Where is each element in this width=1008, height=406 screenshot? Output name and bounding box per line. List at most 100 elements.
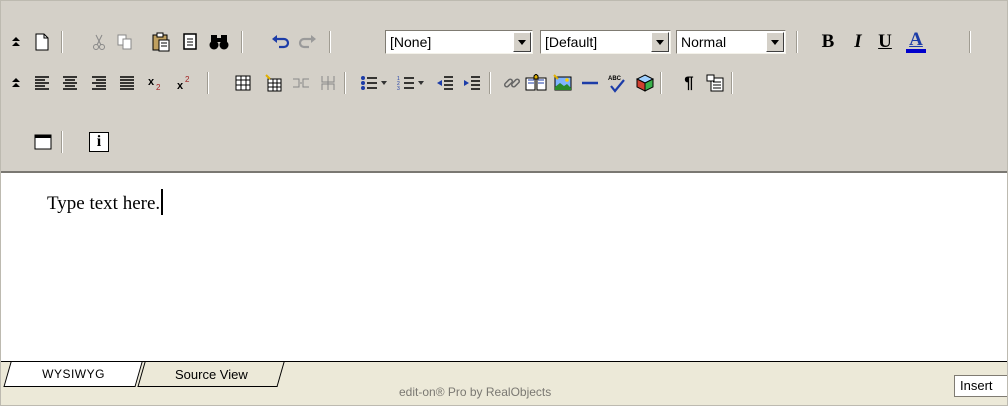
horizontal-rule-button[interactable] xyxy=(578,68,602,98)
row-collapse-grip[interactable] xyxy=(11,27,21,57)
svg-text:3: 3 xyxy=(397,86,400,91)
toolbar: [None] [Default] Normal B I U A x 2 x 2 … xyxy=(1,1,1007,171)
font-color-button[interactable]: A xyxy=(904,27,928,57)
subscript-button[interactable]: x2 xyxy=(144,68,168,98)
bulleted-list-button[interactable] xyxy=(357,68,381,98)
fullscreen-button[interactable] xyxy=(31,127,55,157)
editor-frame: [None] [Default] Normal B I U A x 2 x 2 … xyxy=(0,0,1008,406)
paste-text-button[interactable] xyxy=(178,27,202,57)
chevron-down-icon[interactable] xyxy=(379,68,389,98)
numbered-list-button[interactable]: 123 xyxy=(394,68,418,98)
brand-label: edit-on® Pro by RealObjects xyxy=(399,385,552,399)
document-field-icon xyxy=(706,74,724,92)
tab-label: Source View xyxy=(174,366,248,382)
separator xyxy=(489,72,491,94)
align-right-icon xyxy=(92,76,106,90)
font-name-select[interactable]: [None] xyxy=(385,30,533,54)
bold-button[interactable]: B xyxy=(816,27,840,57)
superscript-button[interactable]: x2 xyxy=(173,68,197,98)
font-name-value: [None] xyxy=(390,34,432,50)
about-button[interactable]: i xyxy=(87,127,111,157)
toolbar-row-1: [None] [Default] Normal B I U A xyxy=(1,27,1007,57)
insert-mode-indicator: Insert xyxy=(954,375,1007,397)
tab-source-view[interactable]: Source View xyxy=(137,362,285,387)
cube-icon xyxy=(636,74,654,92)
spellcheck-button[interactable]: ABC xyxy=(605,68,629,98)
indent-button[interactable] xyxy=(460,68,484,98)
separator xyxy=(61,31,63,53)
tab-label: WYSIWYG xyxy=(41,367,105,381)
show-paragraph-marks-button[interactable]: ¶ xyxy=(677,68,701,98)
chevron-down-icon[interactable] xyxy=(651,32,669,52)
insert-object-button[interactable] xyxy=(633,68,657,98)
editor-text[interactable]: Type text here. xyxy=(47,189,164,215)
text-caret xyxy=(161,189,164,215)
paragraph-style-value: Normal xyxy=(681,34,727,50)
align-center-button[interactable] xyxy=(58,68,82,98)
copy-button[interactable] xyxy=(113,27,137,57)
outdent-icon xyxy=(437,76,453,90)
font-size-value: [Default] xyxy=(545,34,598,50)
align-left-button[interactable] xyxy=(30,68,54,98)
new-document-icon xyxy=(35,33,49,51)
underline-button[interactable]: U xyxy=(873,27,897,57)
document-lines-icon xyxy=(183,33,197,50)
redo-icon xyxy=(298,35,316,49)
spellcheck-icon: ABC xyxy=(608,76,625,93)
separator xyxy=(241,31,243,53)
row-collapse-grip[interactable] xyxy=(11,68,21,98)
align-center-icon xyxy=(63,76,77,90)
info-icon: i xyxy=(89,132,109,152)
cut-button[interactable] xyxy=(87,27,111,57)
insert-field-button[interactable] xyxy=(703,68,727,98)
merge-cells-button[interactable] xyxy=(316,68,340,98)
toolbar-row-2: x2 x2 123 ABC ¶ xyxy=(1,68,1007,98)
editor-content-area[interactable]: Type text here. xyxy=(1,171,1007,361)
svg-text:x: x xyxy=(148,76,155,88)
align-left-icon xyxy=(35,76,49,90)
font-size-select[interactable]: [Default] xyxy=(540,30,671,54)
italic-button[interactable]: I xyxy=(846,27,870,57)
book-icon xyxy=(525,74,547,91)
link-icon xyxy=(503,78,521,88)
toolbar-row-3: i xyxy=(1,127,1007,157)
paste-button[interactable] xyxy=(149,27,173,57)
redo-button[interactable] xyxy=(295,27,319,57)
insert-anchor-button[interactable] xyxy=(524,68,548,98)
separator xyxy=(344,72,346,94)
find-button[interactable] xyxy=(207,27,231,57)
undo-icon xyxy=(272,35,290,49)
separator xyxy=(660,72,662,94)
chevron-down-icon[interactable] xyxy=(513,32,531,52)
new-document-button[interactable] xyxy=(30,27,54,57)
table-wand-icon xyxy=(265,74,282,92)
font-color-icon: A xyxy=(909,29,923,50)
table-icon xyxy=(235,75,251,91)
chevron-down-icon[interactable] xyxy=(766,32,784,52)
paragraph-style-select[interactable]: Normal xyxy=(676,30,786,54)
subscript-icon: x2 xyxy=(148,76,161,91)
copy-icon xyxy=(117,34,132,50)
justify-button[interactable] xyxy=(115,68,139,98)
svg-text:2: 2 xyxy=(156,83,161,91)
numbered-list-icon: 123 xyxy=(397,76,414,91)
scissors-icon xyxy=(93,34,105,50)
undo-button[interactable] xyxy=(269,27,293,57)
window-icon xyxy=(34,134,52,150)
separator xyxy=(731,72,733,94)
align-right-button[interactable] xyxy=(87,68,111,98)
chevron-down-icon[interactable] xyxy=(416,68,426,98)
insert-image-button[interactable] xyxy=(551,68,575,98)
tab-wysiwyg[interactable]: WYSIWYG xyxy=(3,362,143,387)
separator xyxy=(329,31,331,53)
outdent-button[interactable] xyxy=(433,68,457,98)
bulleted-list-icon xyxy=(361,76,377,90)
svg-text:ABC: ABC xyxy=(608,76,622,82)
separator xyxy=(969,31,971,53)
insert-table-button[interactable] xyxy=(231,68,255,98)
table-properties-button[interactable] xyxy=(262,68,286,98)
binoculars-icon xyxy=(209,35,229,50)
split-cells-button[interactable] xyxy=(289,68,313,98)
font-color-bar xyxy=(906,49,926,53)
insert-link-button[interactable] xyxy=(500,68,524,98)
